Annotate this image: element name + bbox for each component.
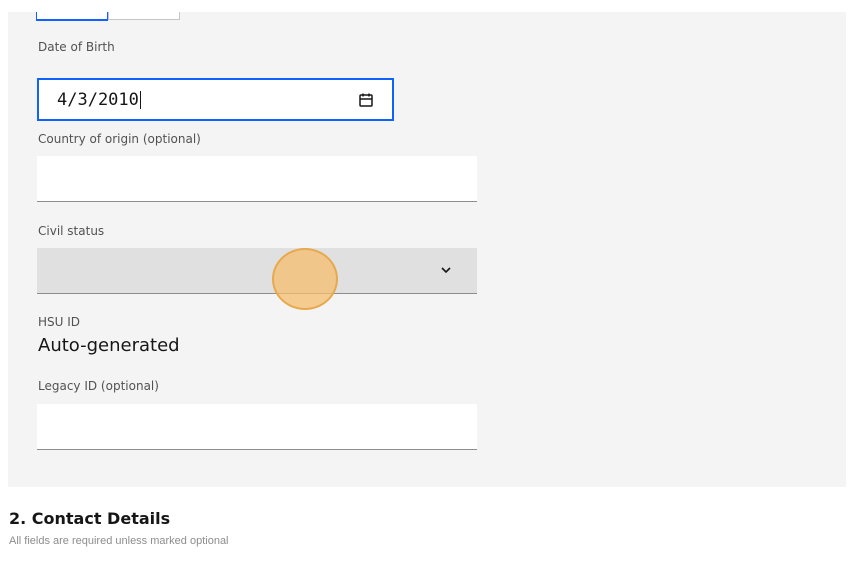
- civil-status-select[interactable]: [37, 248, 477, 294]
- hsu-id-label: HSU ID: [38, 315, 81, 329]
- segmented-control[interactable]: [36, 12, 180, 21]
- click-indicator: [272, 248, 338, 310]
- calendar-icon[interactable]: [358, 92, 374, 108]
- personal-details-panel: Date of Birth 4/3/2010 Country of origin…: [8, 12, 846, 487]
- text-cursor: [139, 90, 141, 109]
- segment-option-2[interactable]: [108, 12, 180, 20]
- segment-option-1[interactable]: [36, 12, 108, 21]
- contact-details-subtitle: All fields are required unless marked op…: [9, 535, 229, 547]
- date-of-birth-input[interactable]: 4/3/2010: [37, 78, 394, 121]
- civil-status-label: Civil status: [38, 224, 105, 238]
- chevron-down-icon[interactable]: [439, 263, 453, 277]
- hsu-id-value: Auto-generated: [38, 335, 180, 356]
- country-of-origin-label: Country of origin (optional): [38, 132, 201, 146]
- country-of-origin-input[interactable]: [37, 156, 477, 202]
- legacy-id-input[interactable]: [37, 404, 477, 450]
- legacy-id-label: Legacy ID (optional): [38, 379, 159, 393]
- date-of-birth-value: 4/3/2010: [57, 89, 141, 110]
- contact-details-heading: 2. Contact Details: [9, 509, 171, 528]
- date-of-birth-label: Date of Birth: [38, 40, 115, 54]
